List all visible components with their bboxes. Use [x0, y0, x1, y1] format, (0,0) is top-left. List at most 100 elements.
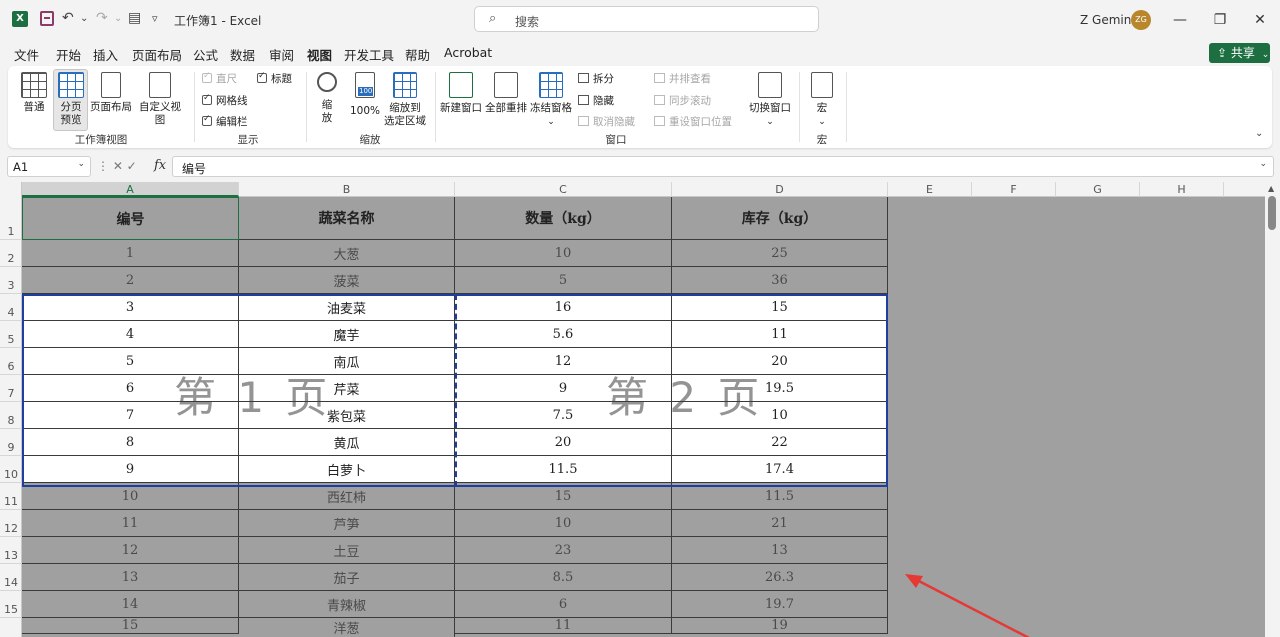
redo-dropdown-icon[interactable]: ⌄	[114, 13, 122, 24]
table-cell[interactable]: 大葱	[239, 240, 455, 267]
table-cell[interactable]: 20	[455, 429, 672, 456]
select-all-corner[interactable]	[0, 182, 22, 197]
header-cell[interactable]: 库存（kg）	[672, 197, 888, 240]
table-cell[interactable]: 9	[455, 375, 672, 402]
table-cell[interactable]: 魔芋	[239, 321, 455, 348]
row-header-6[interactable]: 6	[0, 348, 22, 375]
zoom-button[interactable]: 缩 放	[314, 72, 340, 125]
column-header-d[interactable]: D	[672, 182, 888, 197]
table-cell[interactable]: 白萝卜	[239, 456, 455, 483]
ruler-checkbox[interactable]: 直尺	[202, 71, 237, 86]
normal-view-button[interactable]: 普通	[20, 72, 48, 114]
column-header-e[interactable]: E	[888, 182, 972, 197]
table-cell[interactable]: 15	[22, 618, 239, 634]
table-cell[interactable]: 26.3	[672, 564, 888, 591]
zoom-to-selection-button[interactable]: 缩放到 选定区域	[382, 72, 428, 128]
table-cell[interactable]: 南瓜	[239, 348, 455, 375]
name-box[interactable]: A1 ⌄	[7, 156, 91, 177]
row-header-4[interactable]: 4	[0, 294, 22, 321]
table-cell[interactable]: 19	[672, 618, 888, 634]
table-cell[interactable]: 4	[22, 321, 239, 348]
table-cell[interactable]: 6	[455, 591, 672, 618]
row-header-15[interactable]: 15	[0, 591, 22, 618]
table-cell[interactable]: 20	[672, 348, 888, 375]
column-header-g[interactable]: G	[1056, 182, 1140, 197]
header-cell[interactable]: 数量（kg）	[455, 197, 672, 240]
switch-windows-button[interactable]: 切换窗口 ⌄	[746, 72, 794, 129]
column-header-a[interactable]: A	[22, 182, 239, 197]
worksheet-grid[interactable]: ABCDEFGH 1 2 3 4 5 6 7 8 9 10 11 12 13 14 15 编号 蔬菜名称 数量（…	[0, 182, 1280, 637]
row-header-5[interactable]: 5	[0, 321, 22, 348]
insert-function-icon[interactable]: fx	[154, 158, 166, 173]
tab-page-layout[interactable]: 页面布局	[132, 45, 182, 64]
table-cell[interactable]: 16	[455, 294, 672, 321]
table-cell[interactable]: 11.5	[455, 456, 672, 483]
table-cell[interactable]: 12	[455, 348, 672, 375]
table-cell[interactable]: 5	[455, 267, 672, 294]
column-header-b[interactable]: B	[239, 182, 455, 197]
zoom-100-button[interactable]: 100 100%	[348, 72, 382, 118]
table-cell[interactable]: 10	[672, 402, 888, 429]
row-header-3[interactable]: 3	[0, 267, 22, 294]
table-cell[interactable]: 5.6	[455, 321, 672, 348]
save-icon[interactable]	[40, 11, 54, 26]
table-cell[interactable]: 14	[22, 591, 239, 618]
tab-file[interactable]: 文件	[14, 45, 39, 64]
page-break-preview-button[interactable]: 分页 预览	[56, 72, 86, 127]
table-cell[interactable]: 19.5	[672, 375, 888, 402]
row-header-13[interactable]: 13	[0, 537, 22, 564]
table-cell[interactable]: 芦笋	[239, 510, 455, 537]
table-cell[interactable]: 9	[22, 456, 239, 483]
reset-window-position-button[interactable]: 重设窗口位置	[654, 114, 732, 129]
formula-bar-checkbox[interactable]: 编辑栏	[202, 114, 248, 129]
row-header-9[interactable]: 9	[0, 429, 22, 456]
row-header-8[interactable]: 8	[0, 402, 22, 429]
expand-formula-bar-icon[interactable]: ⌄	[1259, 159, 1267, 169]
table-cell[interactable]: 15	[672, 294, 888, 321]
close-button[interactable]: ✕	[1250, 10, 1270, 30]
table-cell[interactable]: 13	[22, 564, 239, 591]
table-cell[interactable]: 25	[672, 240, 888, 267]
tab-formulas[interactable]: 公式	[193, 45, 218, 64]
table-cell[interactable]: 芹菜	[239, 375, 455, 402]
row-header-1[interactable]: 1	[0, 197, 22, 240]
scrollbar-thumb[interactable]	[1268, 196, 1276, 230]
header-cell[interactable]: 蔬菜名称	[239, 197, 455, 240]
sync-scroll-button[interactable]: 同步滚动	[654, 93, 711, 108]
row-header-7[interactable]: 7	[0, 375, 22, 402]
freeze-panes-button[interactable]: 冻结窗格 ⌄	[529, 72, 573, 129]
restore-button[interactable]: ❐	[1210, 10, 1230, 30]
table-cell[interactable]: 11	[672, 321, 888, 348]
table-cell[interactable]: 11	[455, 618, 672, 634]
share-button[interactable]: ⇪ 共享 ⌄	[1209, 43, 1270, 63]
row-header-2[interactable]: 2	[0, 240, 22, 267]
hide-button[interactable]: 隐藏	[578, 93, 614, 108]
formula-input[interactable]: 编号 ⌄	[172, 156, 1274, 177]
table-cell[interactable]: 15	[455, 483, 672, 510]
table-cell[interactable]: 2	[22, 267, 239, 294]
tab-acrobat[interactable]: Acrobat	[444, 45, 492, 60]
custom-views-button[interactable]: 自定义视图	[134, 72, 186, 127]
split-button[interactable]: 拆分	[578, 71, 614, 86]
new-window-button[interactable]: 新建窗口	[440, 72, 482, 115]
table-cell[interactable]: 17.4	[672, 456, 888, 483]
table-cell[interactable]: 8.5	[455, 564, 672, 591]
table-cell[interactable]: 8	[22, 429, 239, 456]
column-header-h[interactable]: H	[1140, 182, 1224, 197]
cancel-enter-icons[interactable]: ⋮ ✕ ✓	[97, 159, 137, 173]
table-cell[interactable]: 油麦菜	[239, 294, 455, 321]
redo-icon[interactable]: ↷	[96, 10, 108, 26]
column-header-c[interactable]: C	[455, 182, 672, 197]
side-by-side-button[interactable]: 并排查看	[654, 71, 711, 86]
table-cell[interactable]: 西红柿	[239, 483, 455, 510]
table-cell[interactable]: 10	[22, 483, 239, 510]
arrange-all-button[interactable]: 全部重排	[484, 72, 528, 115]
column-header-f[interactable]: F	[972, 182, 1056, 197]
row-header-12[interactable]: 12	[0, 510, 22, 537]
table-cell[interactable]: 23	[455, 537, 672, 564]
undo-icon[interactable]: ↶	[62, 10, 74, 26]
tab-developer[interactable]: 开发工具	[344, 45, 394, 64]
table-cell[interactable]: 土豆	[239, 537, 455, 564]
undo-dropdown-icon[interactable]: ⌄	[80, 13, 88, 24]
vertical-scrollbar[interactable]: ▲	[1265, 182, 1280, 637]
